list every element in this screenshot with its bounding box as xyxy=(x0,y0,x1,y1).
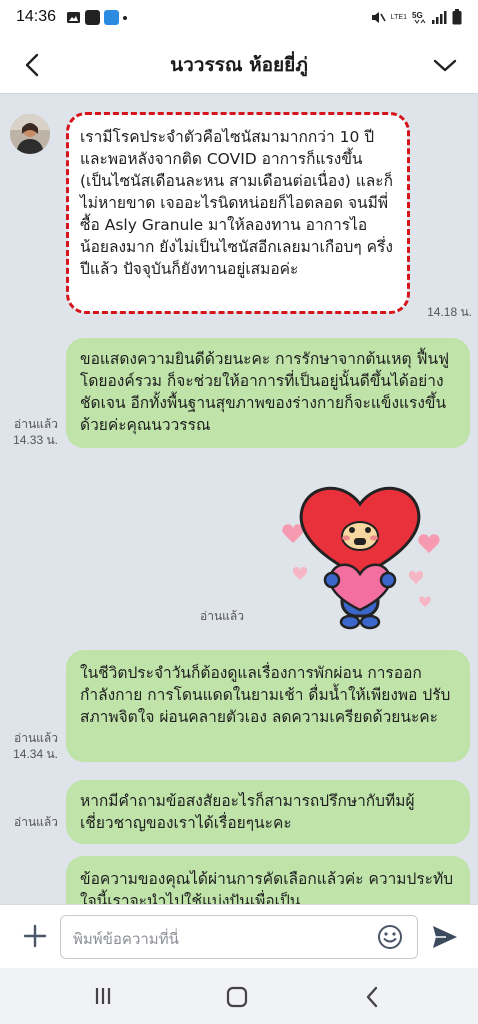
read-receipt: อ่านแล้ว xyxy=(14,731,58,745)
message-bubble-outgoing[interactable]: ข้อความของคุณได้ผ่านการคัดเลือกแล้วค่ะ ค… xyxy=(66,856,470,904)
read-receipt: อ่านแล้ว xyxy=(200,609,244,623)
recent-apps-icon[interactable] xyxy=(88,984,118,1008)
signal-icon xyxy=(432,10,447,24)
message-time: 14.34 น. xyxy=(13,747,58,761)
image-icon xyxy=(67,12,80,23)
plus-icon[interactable] xyxy=(20,921,50,951)
message-text: ขอแสดงความยินดีด้วยนะคะ การรักษาจากต้นเห… xyxy=(80,350,450,434)
l-app-icon xyxy=(85,10,100,25)
input-placeholder: พิมพ์ข้อความที่นี่ xyxy=(73,930,179,948)
emoji-icon[interactable] xyxy=(376,923,404,951)
message-bubble-outgoing[interactable]: หากมีคำถามข้อสงสัยอะไรก็สามารถปรึกษากับท… xyxy=(66,780,470,844)
highlight-box xyxy=(66,112,410,314)
small-heart-icon xyxy=(292,567,308,580)
small-heart-icon xyxy=(282,524,304,543)
message-input[interactable]: พิมพ์ข้อความที่นี่ xyxy=(60,915,418,959)
message-bubble-outgoing[interactable]: ในชีวิตประจำวันก็ต้องดูแลเรื่องการพักผ่อ… xyxy=(66,650,470,762)
read-receipt: อ่านแล้ว xyxy=(14,815,58,829)
avatar[interactable] xyxy=(10,114,50,154)
chat-header: นววรรณ ห้อยยี่ภู่ xyxy=(0,36,478,94)
small-heart-icon xyxy=(419,596,431,607)
status-time: 14:36 xyxy=(16,8,57,25)
message-input-bar: พิมพ์ข้อความที่นี่ xyxy=(0,904,478,968)
chat-area[interactable]: เรามีโรคประจำตัวคือไซนัสมามากกว่า 10 ปี … xyxy=(0,94,478,904)
small-heart-icon xyxy=(418,534,440,553)
message-time: 14.18 น. xyxy=(427,305,472,319)
chat-title[interactable]: นววรรณ ห้อยยี่ภู่ xyxy=(0,50,478,80)
dot-icon xyxy=(123,15,127,20)
5g-icon: 5G xyxy=(412,11,426,24)
back-icon[interactable] xyxy=(358,982,388,1012)
avatar-image xyxy=(10,114,50,154)
system-nav-bar xyxy=(0,968,478,1024)
send-icon[interactable] xyxy=(430,923,460,951)
volte-icon: LTE1 xyxy=(390,13,407,21)
chevron-down-icon[interactable] xyxy=(430,50,460,80)
message-bubble-outgoing[interactable]: ขอแสดงความยินดีด้วยนะคะ การรักษาจากต้นเห… xyxy=(66,338,470,448)
status-bar: 14:36 LTE1 5G xyxy=(0,0,478,36)
svg-text:5G: 5G xyxy=(412,11,423,20)
mute-icon xyxy=(371,11,386,23)
message-time: 14.33 น. xyxy=(13,433,58,447)
read-receipt: อ่านแล้ว xyxy=(14,417,58,431)
heart-character-sticker[interactable] xyxy=(270,474,450,636)
messenger-icon xyxy=(104,10,119,25)
message-text: หากมีคำถามข้อสงสัยอะไรก็สามารถปรึกษากับท… xyxy=(80,792,415,832)
small-heart-icon xyxy=(408,571,424,584)
message-text: ในชีวิตประจำวันก็ต้องดูแลเรื่องการพักผ่อ… xyxy=(80,664,451,726)
message-text: ข้อความของคุณได้ผ่านการคัดเลือกแล้วค่ะ ค… xyxy=(80,870,454,904)
battery-icon xyxy=(452,9,462,25)
home-icon[interactable] xyxy=(222,982,252,1012)
